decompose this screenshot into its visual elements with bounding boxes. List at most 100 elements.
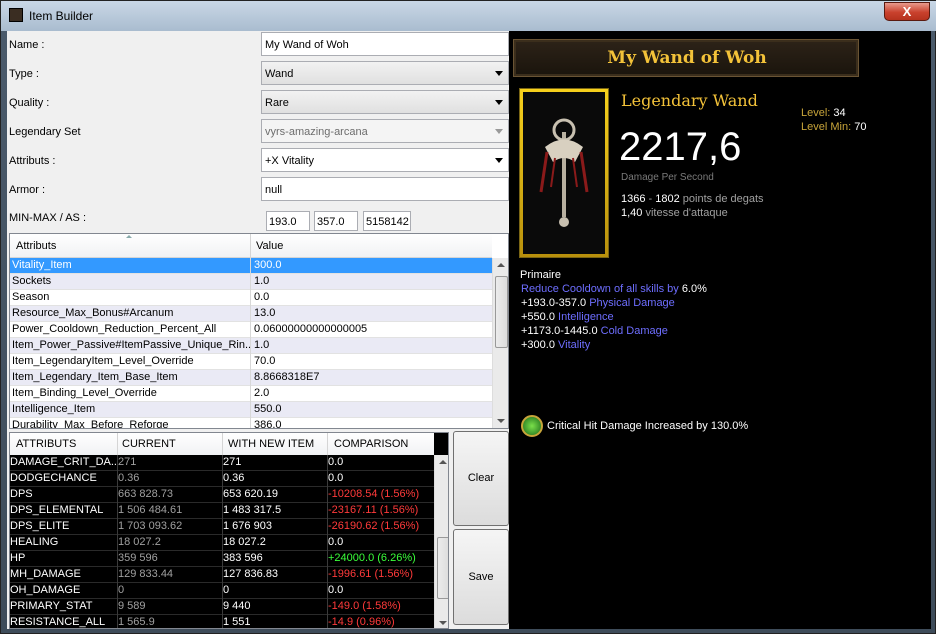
table-row[interactable]: HEALING 18 027.2 18 027.2 0.0 [10,535,434,551]
scrollbar-thumb[interactable] [495,276,508,348]
table-row[interactable]: DPS_ELITE 1 703 093.62 1 676 903 -26190.62 … [10,519,434,535]
stat-comparison: -14.9 (0.96%) [328,616,395,628]
affix-part: Reduce Cooldown of all skills by [521,283,682,295]
table-row[interactable]: Item_LegendaryItem_Level_Override 70.0 [10,354,492,370]
table-row[interactable]: DPS_ELEMENTAL 1 506 484.61 1 483 317.5 -231… [10,503,434,519]
table-row[interactable]: MH_DAMAGE 129 833.44 127 836.83 -1996.61 (1… [10,567,434,583]
table-row[interactable]: Item_Power_Passive#ItemPassive_Unique_Ri… [10,338,492,354]
as-input[interactable]: 5158142 [363,211,411,231]
affix-part: +193.0-357.0 [521,297,590,309]
table-row[interactable]: DPS 663 828.73 653 620.19 -10208.54 (1.56%) [10,487,434,503]
attribute-name: Item_Legendary_Item_Base_Item [12,371,178,383]
quality-value: Rare [265,97,289,109]
table-row[interactable]: Resource_Max_Bonus#Arcanum 13.0 [10,306,492,322]
clear-button[interactable]: Clear [453,431,509,526]
scroll-up-icon[interactable] [439,460,447,464]
table-row[interactable]: Intelligence_Item 550.0 [10,402,492,418]
name-input[interactable]: My Wand of Woh [261,32,509,56]
quality-select[interactable]: Rare [261,90,509,114]
stat-comparison: 0.0 [328,472,344,484]
stat-comparison: -26190.62 (1.56%) [328,520,420,532]
attribute-value: 386.0 [254,419,282,429]
damage-max: 1802 [655,193,680,205]
table-row[interactable]: DODGECHANCE 0.36 0.36 0.0 [10,471,434,487]
stat-new: 383 596 [223,552,263,564]
affix-part: Cold Damage [600,325,668,337]
col-with-new-item[interactable]: WITH NEW ITEM [228,438,314,450]
cell-divider [250,258,251,274]
affix-line: +300.0 Vitality [521,339,590,351]
chevron-down-icon [495,129,503,134]
attribute-value: 1.0 [254,275,270,287]
col-comparison[interactable]: COMPARISON [334,438,408,450]
attack-speed-suffix: vitesse d'attaque [642,207,728,219]
table-row[interactable]: Vitality_Item 300.0 [10,258,492,274]
attribute-name: Durability_Max_Before_Reforge [12,419,169,429]
armor-label: Armor : [9,184,46,196]
attribute-name: Vitality_Item [12,259,72,271]
stat-comparison: -1996.61 (1.56%) [328,568,413,580]
comparison-scrollbar[interactable] [434,455,448,628]
attribute-name: Sockets [12,275,52,287]
quality-row: Quality : Rare [7,89,509,115]
attribute-value: 0.0 [254,291,270,303]
table-row[interactable]: Power_Cooldown_Reduction_Percent_All 0.06… [10,322,492,338]
cell-divider [250,370,251,386]
level-label: Level: [801,107,831,119]
stat-current: 1 506 484.61 [118,504,183,516]
table-row[interactable]: Season 0.0 [10,290,492,306]
armor-row: Armor : null [7,176,509,202]
save-button[interactable]: Save [453,529,509,625]
affix-part: +300.0 [521,339,559,351]
table-row[interactable]: OH_DAMAGE 0 0 0.0 [10,583,434,599]
stat-comparison: -10208.54 (1.56%) [328,488,420,500]
table-row[interactable]: RESISTANCE_ALL 1 565.9 1 551 -14.9 (0.96%) [10,615,434,628]
max-input[interactable]: 357.0 [314,211,358,231]
comparison-table[interactable]: ATTRIBUTS CURRENT WITH NEW ITEM COMPARIS… [9,432,449,629]
attack-speed: 1,40 vitesse d'attaque [621,207,728,219]
min-input[interactable]: 193.0 [266,211,310,231]
stat-new: 18 027.2 [223,536,266,548]
col-value[interactable]: Value [256,240,283,252]
attribute-value: 1.0 [254,339,270,351]
col-attributs[interactable]: ATTRIBUTS [16,438,76,450]
stat-new: 0.36 [223,472,245,484]
table-row[interactable]: Item_Binding_Level_Override 2.0 [10,386,492,402]
col-attributs[interactable]: Attributs [16,240,56,252]
scroll-up-icon[interactable] [497,263,505,267]
title-bar[interactable]: Item Builder X [1,1,936,31]
table-row[interactable]: DAMAGE_CRIT_DA... 271 271 0.0 [10,455,434,471]
scrollbar-thumb[interactable] [437,537,448,599]
attribute-value: 300.0 [254,259,282,271]
table-row[interactable]: Sockets 1.0 [10,274,492,290]
affix-line: +193.0-357.0 Physical Damage [521,297,675,309]
level-min: Level Min: 70 [801,121,866,133]
damage-range: 1366 - 1802 points de degats [621,193,764,205]
affix-line: +1173.0-1445.0 Cold Damage [521,325,668,337]
sort-arrow-icon [126,235,132,238]
table-row[interactable]: PRIMARY_STAT 9 589 9 440 -149.0 (1.58%) [10,599,434,615]
legendary-set-row: Legendary Set vyrs-amazing-arcana [7,118,509,144]
attributes-table[interactable]: Attributs Value Vitality_Item 300.0 Socket… [9,233,509,429]
table-row[interactable]: Durability_Max_Before_Reforge 386.0 [10,418,492,429]
attribute-value: 13.0 [254,307,276,319]
attribute-name: Item_Power_Passive#ItemPassive_Unique_Ri… [12,339,250,351]
type-select[interactable]: Wand [261,61,509,85]
attributes-scrollbar[interactable] [492,258,508,428]
table-row[interactable]: Item_Legendary_Item_Base_Item 8.8668318E7 [10,370,492,386]
armor-input[interactable]: null [261,177,509,201]
col-current[interactable]: CURRENT [122,438,176,450]
close-button[interactable]: X [884,2,930,21]
scroll-down-icon[interactable] [439,621,447,625]
legendary-set-label: Legendary Set [9,126,81,138]
type-label: Type : [9,68,39,80]
attributs-select[interactable]: +X Vitality [261,148,509,172]
scroll-down-icon[interactable] [497,419,505,423]
table-row[interactable]: HP 359 596 383 596 +24000.0 (6.26%) [10,551,434,567]
stat-current: 0.36 [118,472,140,484]
stat-comparison: -149.0 (1.58%) [328,600,401,612]
damage-min: 1366 [621,193,646,205]
legendary-set-select[interactable]: vyrs-amazing-arcana [261,119,509,143]
chevron-down-icon [495,158,503,163]
level-value: 34 [833,107,846,119]
